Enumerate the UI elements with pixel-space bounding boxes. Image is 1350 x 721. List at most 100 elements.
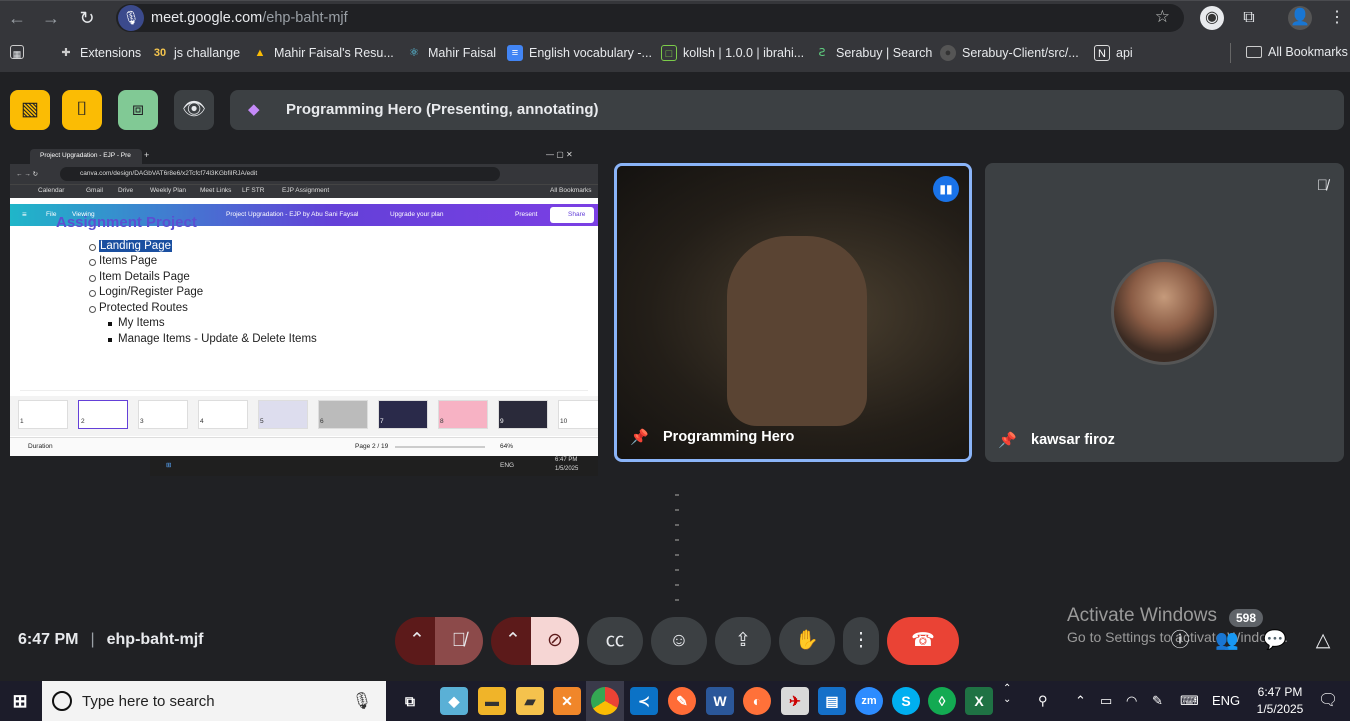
captions-icon: ㏄ [605, 630, 625, 651]
slide-sub-item: My Items [108, 317, 165, 329]
taskbar-search[interactable]: Type here to search 🎙 [42, 681, 386, 721]
task-view-icon[interactable]: ⧉ [396, 687, 424, 715]
forward-arrow-icon[interactable]: → [38, 5, 64, 31]
bookmark-js-challange[interactable]: 30 js challange [152, 45, 240, 61]
drive-icon: ▲ [254, 47, 266, 59]
file-explorer-icon[interactable]: ▬ [478, 687, 506, 715]
microphone-icon[interactable]: 🎙 [352, 691, 372, 711]
participant-tile-kawsar-firoz[interactable]: 🎙̸ 📌 kawsar firoz [985, 163, 1344, 462]
tray-chevron-icon[interactable]: ⌃ [1075, 693, 1086, 709]
word-icon[interactable]: W [706, 687, 734, 715]
speaking-indicator-icon: ▮▮ [933, 176, 959, 202]
thumb-active[interactable] [78, 400, 128, 429]
bookmark-extensions[interactable]: ✚ Extensions [58, 45, 141, 61]
app-icon[interactable]: ◆ [440, 687, 468, 715]
wifi-icon[interactable]: ◠ [1126, 693, 1137, 709]
postman-icon[interactable]: ✎ [668, 687, 696, 715]
bookmark-mahir-faisal[interactable]: ⚛ Mahir Faisal [406, 45, 496, 61]
presenting-banner: ◆ Programming Hero (Presenting, annotati… [230, 90, 1344, 130]
folder-app-icon[interactable]: ▰ [516, 687, 544, 715]
vscode-icon[interactable]: ≺ [630, 687, 658, 715]
door-icon: ⌷ [76, 99, 88, 120]
docs-icon: ≡ [507, 45, 523, 61]
app-icon[interactable]: ▤ [818, 687, 846, 715]
windows-start-icon: ⊞ [166, 462, 172, 469]
participant-tile-programming-hero[interactable]: ▮▮ 📌 Programming Hero [614, 163, 972, 462]
notification-icon[interactable]: 🗨 [1318, 690, 1338, 710]
bookmark-serabuy-search[interactable]: Ꙅ Serabuy | Search [814, 45, 933, 61]
thumb[interactable] [198, 400, 248, 429]
site-info-icon[interactable]: 🎙 [118, 5, 144, 31]
address-bar[interactable]: 🎙 meet.google.com/ehp-baht-mjf ☆ [116, 4, 1184, 32]
apps-grid-icon[interactable]: ▦ [10, 45, 24, 59]
emoji-reactions-button[interactable]: ☺ [651, 617, 707, 665]
back-arrow-icon[interactable]: ← [4, 5, 30, 31]
leave-door-button[interactable]: ⌷ [62, 90, 102, 130]
firefox-icon[interactable]: ◐ [743, 687, 771, 715]
app-icon[interactable]: ✈ [781, 687, 809, 715]
zoom-icon[interactable]: zm [855, 687, 883, 715]
activities-button[interactable]: △ [1310, 628, 1336, 654]
thumb[interactable] [438, 400, 488, 429]
bookmark-english-vocabulary[interactable]: ≡ English vocabulary -... [507, 45, 652, 61]
bookmark-api[interactable]: Napi [1094, 45, 1133, 61]
extension-icon[interactable]: ◉ [1200, 6, 1224, 30]
puzzle-icon: ✚ [61, 47, 71, 59]
chrome-icon[interactable] [591, 687, 619, 715]
windows-start-icon[interactable]: ⊞ [6, 687, 34, 715]
bookmark-serabuy-client[interactable]: ● Serabuy-Client/src/... [940, 45, 1079, 61]
more-options-button[interactable]: ⋮ [843, 617, 879, 665]
pen-icon[interactable]: ✎ [1152, 693, 1163, 709]
more-vert-icon: ⋮ [851, 630, 871, 651]
battery-icon[interactable]: ▭ [1100, 693, 1112, 709]
chevron-up-icon: ⌃ [409, 630, 425, 651]
thumb[interactable] [138, 400, 188, 429]
chat-button[interactable]: 💬 [1262, 628, 1288, 654]
excel-icon[interactable]: X [965, 687, 993, 715]
mic-toggle-button[interactable]: 🎙̸ [435, 617, 483, 665]
meeting-details-button[interactable]: ⓘ [1167, 628, 1193, 654]
raise-hand-button[interactable]: ✋ [779, 617, 835, 665]
slide-heading: Assignment Project [56, 214, 197, 231]
thumb[interactable] [318, 400, 368, 429]
input-language[interactable]: ENG [1212, 693, 1240, 708]
keyboard-icon[interactable]: ⌨ [1180, 693, 1199, 709]
thumb[interactable] [378, 400, 428, 429]
bookmark-star-icon[interactable]: ☆ [1155, 7, 1170, 27]
chevron-up-icon: ⌃ [505, 630, 521, 651]
mongodb-icon[interactable]: ◊ [928, 687, 956, 715]
captions-button[interactable]: ㏄ [587, 617, 643, 665]
leave-call-button[interactable]: ☎ [887, 617, 959, 665]
video-options-button[interactable]: ⌃ [491, 617, 535, 665]
vite-icon: □ [661, 45, 677, 61]
pin-icon[interactable]: 📌 [998, 431, 1017, 449]
background-effects-button[interactable]: ▧ [10, 90, 50, 130]
thumb[interactable] [258, 400, 308, 429]
people-button[interactable]: 👥 [1214, 628, 1240, 654]
xampp-icon[interactable]: ✕ [553, 687, 581, 715]
serabuy-icon: Ꙅ [818, 47, 826, 59]
profile-avatar[interactable]: 👤 [1288, 6, 1312, 30]
all-bookmarks[interactable]: All Bookmarks [1246, 45, 1348, 59]
canva-statusbar: Duration Page 2 / 19 64% [10, 437, 598, 456]
shared-tab-title: Project Upgradation - EJP - Pre [40, 152, 131, 159]
shared-url: canva.com/design/DAGbVAT6r8e6/x2Tcfcf74l… [80, 170, 258, 177]
devices-button[interactable]: ⧈ [118, 90, 158, 130]
thumb[interactable] [498, 400, 548, 429]
person-icon[interactable]: ⚲ [1038, 693, 1048, 709]
browser-menu-icon[interactable]: ⋮ [1325, 6, 1349, 30]
bookmark-resume[interactable]: ▲ Mahir Faisal's Resu... [252, 45, 394, 61]
camera-toggle-button[interactable]: ⊘ [531, 617, 579, 665]
view-button[interactable]: 👁 [174, 90, 214, 130]
pin-icon[interactable]: 📌 [630, 428, 649, 446]
taskbar-scroll-icon[interactable]: ⌃ ⌄ [1003, 683, 1011, 705]
present-screen-button[interactable]: ⇪ [715, 617, 771, 665]
thumb[interactable] [18, 400, 68, 429]
reload-icon[interactable]: ↻ [74, 5, 100, 31]
skype-icon[interactable]: S [892, 687, 920, 715]
clock[interactable]: 6:47 PM 1/5/2025 [1252, 685, 1308, 716]
audio-options-button[interactable]: ⌃ [395, 617, 439, 665]
bookmark-kollsh[interactable]: □ kollsh | 1.0.0 | ibrahi... [661, 45, 804, 61]
hand-icon: ✋ [795, 630, 819, 651]
extensions-puzzle-icon[interactable]: ⧉ [1237, 6, 1261, 30]
